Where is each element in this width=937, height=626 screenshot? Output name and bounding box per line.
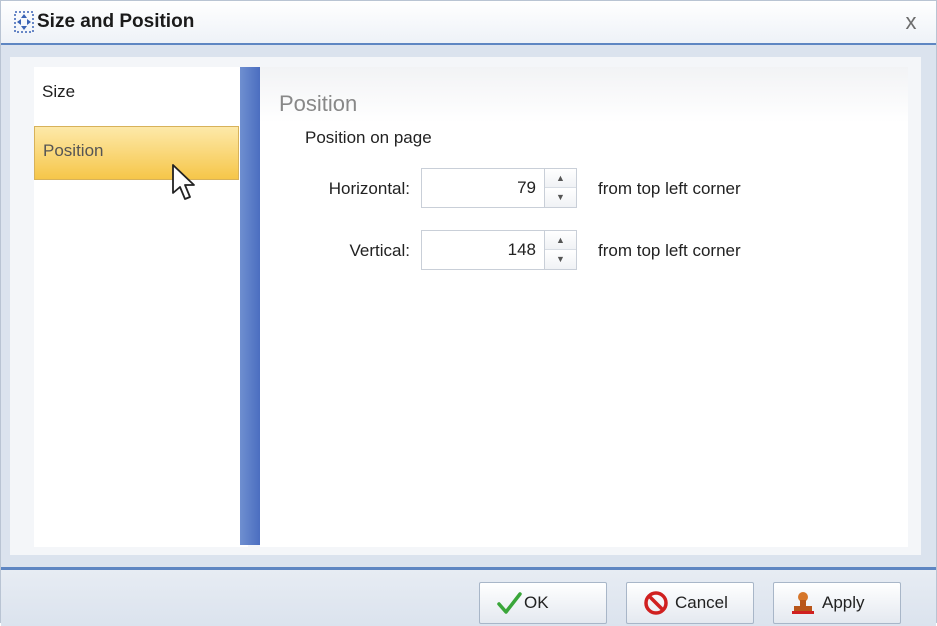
spin-down-icon[interactable]: ▼	[545, 188, 576, 207]
cancel-icon	[644, 591, 668, 615]
ok-label: OK	[524, 593, 549, 612]
vertical-suffix: from top left corner	[598, 241, 741, 260]
group-label: Position on page	[305, 128, 432, 147]
position-panel: Position Position on page Horizontal: 79…	[260, 67, 908, 547]
nav-item-position[interactable]: Position	[34, 126, 239, 180]
panel-title: Position	[279, 91, 358, 116]
cancel-button[interactable]: Cancel	[626, 582, 754, 624]
button-bar: OK Cancel Apply	[1, 567, 936, 626]
size-position-dialog: Size and Position x Size Position Positi…	[0, 0, 937, 626]
vertical-label: Vertical:	[349, 241, 410, 260]
horizontal-suffix: from top left corner	[598, 179, 741, 198]
vertical-value[interactable]: 148	[508, 240, 536, 260]
spin-down-icon[interactable]: ▼	[545, 250, 576, 269]
apply-stamp-icon	[792, 592, 814, 614]
vertical-spin-buttons: ▲ ▼	[544, 231, 576, 269]
apply-button[interactable]: Apply	[773, 582, 901, 624]
horizontal-spin-buttons: ▲ ▼	[544, 169, 576, 207]
horizontal-spin-field[interactable]: 79 ▲ ▼	[421, 168, 577, 208]
title-bar: Size and Position x	[1, 1, 936, 45]
nav-item-label: Size	[42, 82, 76, 101]
dialog-title: Size and Position	[37, 11, 195, 32]
nav-item-size[interactable]: Size	[34, 67, 239, 117]
horizontal-label: Horizontal:	[328, 179, 410, 198]
cancel-label: Cancel	[675, 593, 728, 612]
nav-list: Size Position	[34, 67, 248, 547]
nav-item-label: Position	[43, 141, 104, 160]
vertical-spin-field[interactable]: 148 ▲ ▼	[421, 230, 577, 270]
spin-up-icon[interactable]: ▲	[545, 231, 576, 250]
ok-button[interactable]: OK	[479, 582, 607, 624]
spin-up-icon[interactable]: ▲	[545, 169, 576, 188]
horizontal-value[interactable]: 79	[517, 178, 536, 198]
checkmark-icon	[497, 592, 522, 614]
mouse-pointer-icon	[172, 164, 195, 200]
panel-header: Position	[260, 67, 908, 123]
close-button[interactable]: x	[900, 11, 922, 33]
splitter[interactable]	[240, 67, 260, 545]
move-resize-icon	[14, 11, 34, 33]
apply-label: Apply	[822, 593, 865, 612]
dialog-content: Size Position Position Position on page …	[10, 57, 921, 555]
